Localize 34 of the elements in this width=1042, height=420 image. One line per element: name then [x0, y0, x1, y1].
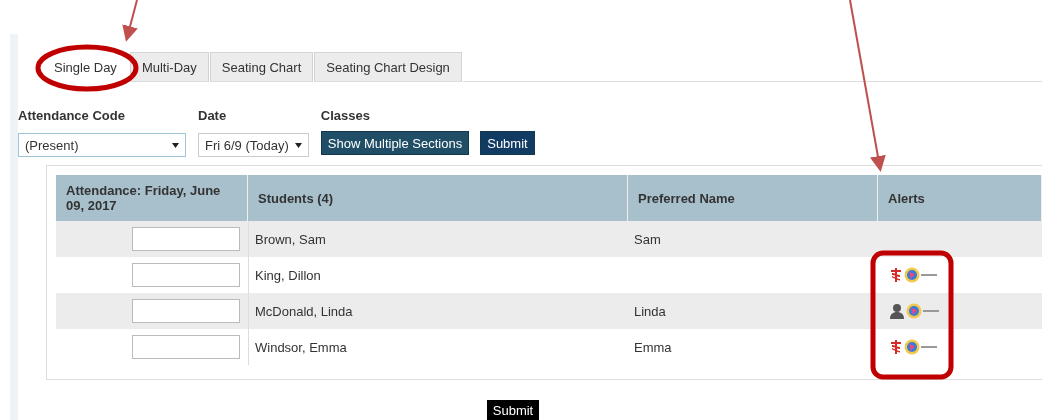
table-cell: Brown, Sam — [255, 231, 326, 247]
tab[interactable]: Seating Chart Design — [314, 52, 462, 82]
attendance-input[interactable] — [132, 227, 240, 251]
submit-button[interactable]: Submit — [486, 400, 540, 420]
attendance-input[interactable] — [132, 299, 240, 323]
submit-button[interactable]: Submit — [480, 131, 535, 155]
column-header: Attendance: Friday, June 09, 2017 — [56, 175, 248, 221]
field-label: Date — [198, 108, 228, 123]
column-header: Students (4) — [248, 175, 628, 221]
field-label: Attendance Code — [18, 108, 126, 123]
table-cell: McDonald, Linda — [255, 303, 353, 319]
caduceus-icon — [890, 339, 902, 355]
tab[interactable]: Seating Chart — [209, 52, 314, 82]
date-dropdown[interactable]: Fri 6/9 (Today) — [198, 133, 309, 157]
logo-icon — [906, 303, 940, 319]
table-cell: Sam — [634, 231, 661, 247]
column-header: Preferred Name — [628, 175, 878, 221]
attendance-input[interactable] — [132, 335, 240, 359]
table-cell: Windsor, Emma — [255, 339, 347, 355]
logo-icon — [904, 339, 938, 355]
caduceus-icon — [890, 267, 902, 283]
attendance-input[interactable] — [132, 263, 240, 287]
table-cell: Linda — [634, 303, 666, 319]
attendance-code-dropdown[interactable]: (Present) — [18, 133, 186, 157]
table-cell: Emma — [634, 339, 672, 355]
tab[interactable]: Multi-Day — [129, 52, 209, 82]
logo-icon — [904, 267, 938, 283]
column-header: Alerts — [878, 175, 1042, 221]
table-cell: King, Dillon — [255, 267, 321, 283]
caret-icon — [294, 142, 302, 148]
field-label: Classes — [320, 108, 371, 123]
show-multiple-sections-button[interactable]: Show Multiple Sections — [320, 131, 470, 155]
person-icon — [890, 303, 904, 319]
caret-icon — [172, 142, 179, 148]
